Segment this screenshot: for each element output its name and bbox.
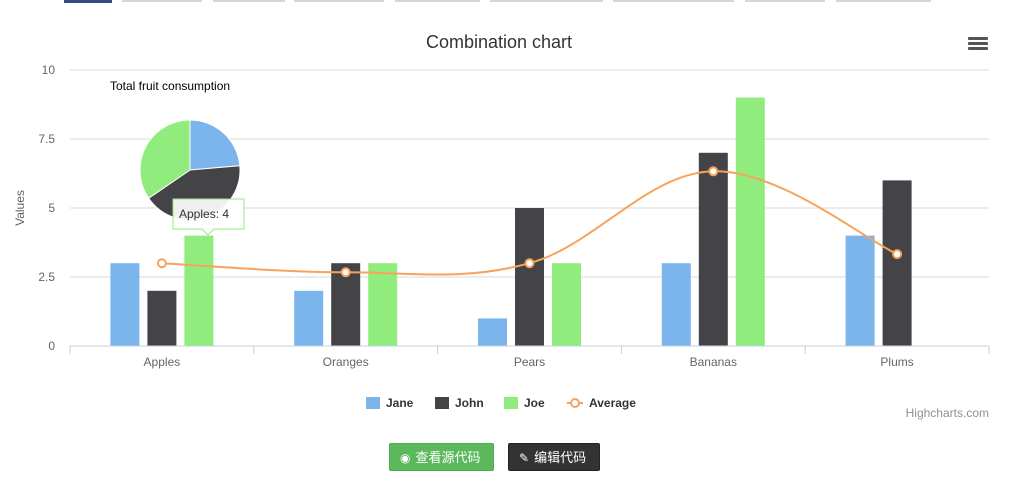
bar-joe <box>368 263 398 346</box>
average-point <box>524 258 535 269</box>
view-source-button[interactable]: ◉ 查看源代码 <box>389 443 494 471</box>
y-tick-label: 2.5 <box>38 270 55 284</box>
y-axis-label: Values <box>13 190 27 226</box>
chart-title: Combination chart <box>426 32 572 52</box>
chart-menu-icon[interactable] <box>968 37 988 53</box>
x-tick-label: Plums <box>880 355 913 369</box>
x-tick-label: Oranges <box>323 355 369 369</box>
legend-marker-average <box>570 398 580 408</box>
eye-icon: ◉ <box>400 451 411 465</box>
x-tick-label: Pears <box>514 355 545 369</box>
bar-john <box>698 152 728 346</box>
bar-john <box>147 290 177 346</box>
legend-symbol-jane <box>366 397 380 409</box>
legend-label-average[interactable]: Average <box>589 396 636 410</box>
combination-chart: Combination chart Values 0 2.5 5 7.5 10 Appl… <box>13 32 990 410</box>
average-point <box>340 267 351 278</box>
bar-joe <box>735 97 765 346</box>
bar-joe <box>184 235 214 346</box>
legend-label-joe[interactable]: Joe <box>524 396 545 410</box>
x-tick-label: Bananas <box>690 355 737 369</box>
credits-link[interactable]: Highcharts.com <box>906 406 989 420</box>
x-tick-label: Apples <box>144 355 181 369</box>
pie-title: Total fruit consumption <box>110 79 230 93</box>
edit-code-label: 编辑代码 <box>534 450 587 465</box>
legend-symbol-john <box>435 397 449 409</box>
bar-joe <box>552 263 581 346</box>
legend-symbol-joe <box>504 397 518 409</box>
tooltip-text: Apples: 4 <box>179 207 229 221</box>
bar-john <box>515 208 544 346</box>
legend-label-john[interactable]: John <box>455 396 484 410</box>
y-tick-label: 7.5 <box>38 132 55 146</box>
average-point <box>156 258 167 269</box>
edit-code-button[interactable]: ✎ 编辑代码 <box>508 443 600 471</box>
y-tick-label: 0 <box>48 339 55 353</box>
average-point <box>892 249 903 260</box>
edit-icon: ✎ <box>519 451 530 465</box>
bar-jane <box>294 290 324 346</box>
bar-jane <box>478 318 507 346</box>
bar-john <box>882 180 912 346</box>
pie-slice-jane <box>189 119 241 171</box>
bar-jane <box>845 235 875 346</box>
y-tick-label: 5 <box>48 201 55 215</box>
average-point <box>708 166 719 177</box>
legend-label-jane[interactable]: Jane <box>386 396 414 410</box>
view-source-label: 查看源代码 <box>415 450 481 465</box>
bar-jane <box>110 263 140 346</box>
bar-jane <box>661 263 691 346</box>
y-tick-label: 10 <box>42 63 56 77</box>
